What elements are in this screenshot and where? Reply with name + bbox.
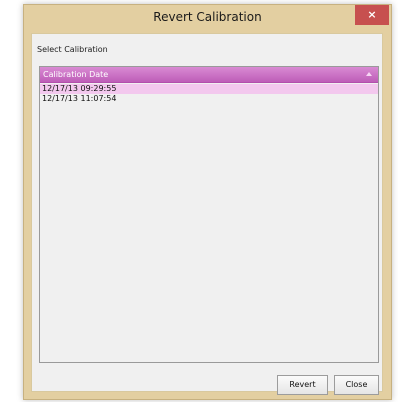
select-calibration-label: Select Calibration: [37, 45, 108, 54]
revert-calibration-dialog: Revert Calibration × Select Calibration …: [23, 4, 392, 400]
dialog-body: Select Calibration Calibration Date 12/1…: [31, 33, 383, 395]
sort-ascending-icon: [366, 72, 372, 76]
column-header-calibration-date[interactable]: Calibration Date: [40, 67, 378, 83]
revert-button[interactable]: Revert: [277, 375, 328, 395]
close-icon[interactable]: ×: [355, 5, 389, 25]
window-title: Revert Calibration: [153, 10, 262, 24]
title-bar[interactable]: Revert Calibration ×: [24, 5, 391, 31]
list-item[interactable]: 12/17/13 09:29:55: [40, 84, 378, 94]
column-header-label: Calibration Date: [43, 70, 109, 79]
list-item[interactable]: 12/17/13 11:07:54: [40, 94, 378, 104]
close-button[interactable]: Close: [334, 375, 379, 395]
calibration-list[interactable]: Calibration Date 12/17/13 09:29:55 12/17…: [39, 66, 379, 363]
